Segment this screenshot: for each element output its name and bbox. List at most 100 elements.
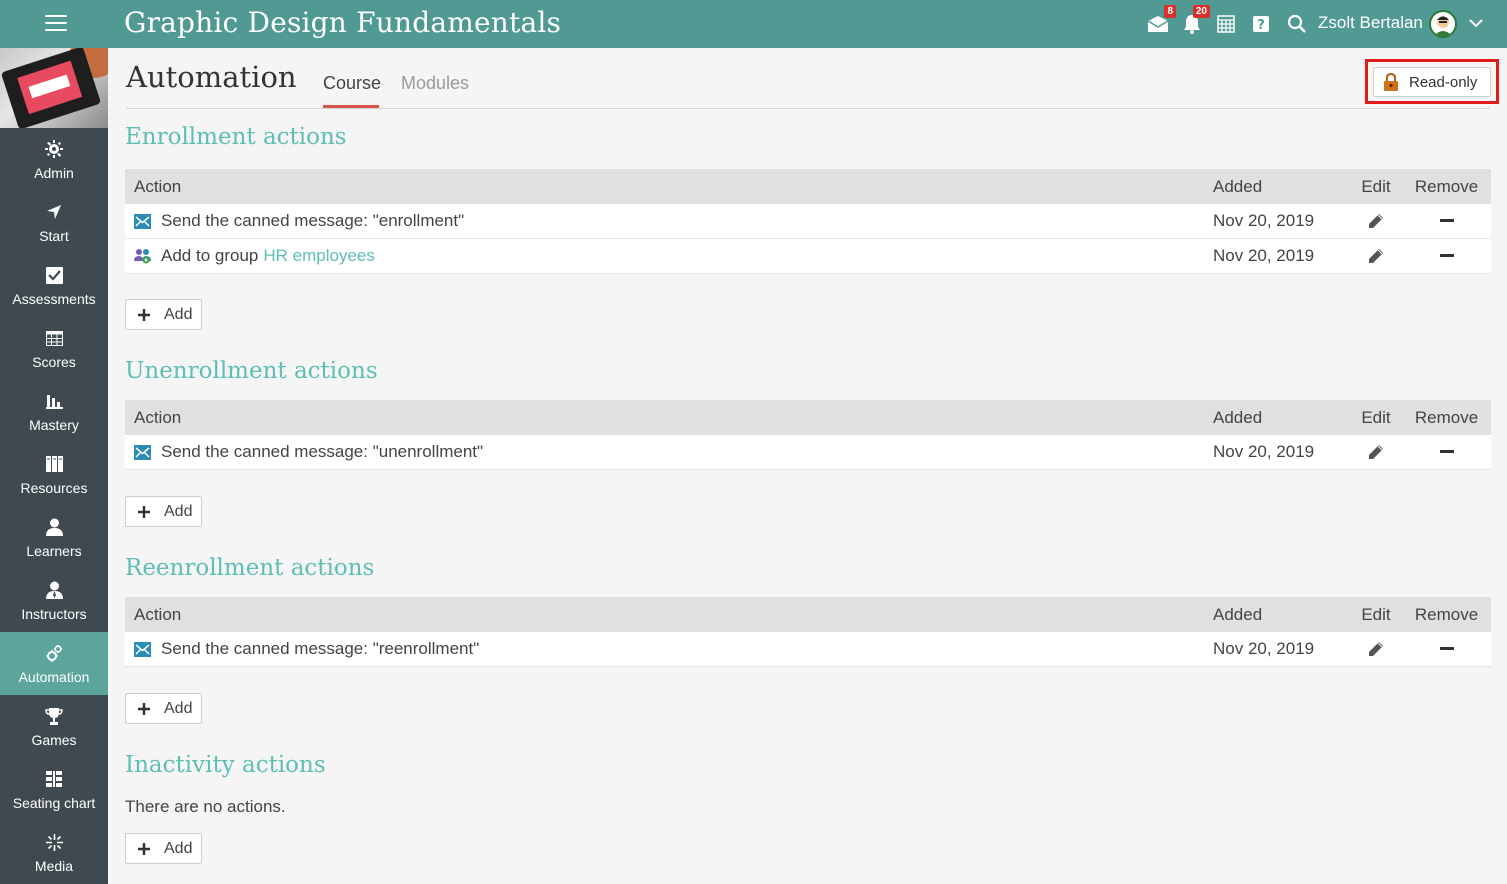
column-header-edit: Edit: [1361, 176, 1391, 196]
help-icon[interactable]: ?: [1249, 12, 1273, 36]
sidebar-item-start[interactable]: Start: [0, 191, 108, 254]
instructor-icon: [45, 579, 63, 601]
minus-icon[interactable]: [1439, 647, 1454, 651]
sidebar-item-mastery[interactable]: Mastery: [0, 380, 108, 443]
notifications-badge: 20: [1192, 5, 1210, 18]
add-label: Add: [164, 839, 193, 857]
sidebar: Admin Start Assessments Scores Mastery R…: [0, 48, 108, 884]
sidebar-item-label: Assessments: [12, 291, 96, 307]
gear-icon: [45, 138, 63, 160]
sidebar-item-learners[interactable]: Learners: [0, 506, 108, 569]
tab-modules[interactable]: Modules: [401, 73, 469, 94]
inactivity-section-title: Inactivity actions: [125, 752, 326, 778]
menu-icon[interactable]: [36, 10, 76, 38]
chevron-down-icon[interactable]: [1467, 14, 1485, 32]
avatar[interactable]: [1429, 10, 1457, 38]
course-title[interactable]: Graphic Design Fundamentals: [124, 6, 561, 39]
trophy-icon: [45, 705, 63, 727]
sidebar-item-admin[interactable]: Admin: [0, 128, 108, 191]
plus-icon: [138, 842, 150, 855]
read-only-label: Read-only: [1409, 73, 1478, 91]
action-text: Send the canned message: "enrollment": [161, 211, 465, 230]
sidebar-item-instructors[interactable]: Instructors: [0, 569, 108, 632]
sidebar-item-label: Scores: [32, 354, 76, 370]
plus-icon: [138, 505, 150, 518]
search-icon[interactable]: [1285, 12, 1309, 36]
seating-grid-icon: [46, 768, 62, 790]
bar-chart-icon: [45, 390, 63, 412]
group-link[interactable]: HR employees: [263, 246, 375, 266]
added-date: Nov 20, 2019: [1213, 639, 1315, 658]
sidebar-item-label: Media: [34, 858, 74, 874]
sidebar-item-label: Automation: [18, 669, 90, 685]
plus-icon: [138, 702, 150, 715]
pencil-icon[interactable]: [1368, 641, 1384, 657]
sidebar-item-label: Games: [31, 732, 77, 748]
added-date: Nov 20, 2019: [1213, 211, 1315, 230]
sparkle-icon: [45, 831, 63, 853]
add-enrollment-action-button[interactable]: Add: [125, 299, 202, 330]
sidebar-item-label: Admin: [34, 165, 74, 181]
minus-icon[interactable]: [1439, 450, 1454, 454]
plus-icon: [138, 308, 150, 321]
svg-text:?: ?: [1257, 18, 1265, 33]
gradebook-icon: [45, 327, 63, 349]
lock-icon: [1383, 73, 1399, 91]
person-icon: [45, 516, 63, 538]
unenrollment-section-title: Unenrollment actions: [125, 358, 378, 384]
add-label: Add: [164, 305, 193, 323]
sidebar-item-label: Resources: [20, 480, 88, 496]
pencil-icon[interactable]: [1368, 213, 1384, 229]
column-header-added: Added: [1213, 176, 1263, 196]
reenrollment-table: Action Added Edit Remove Send the canned…: [125, 597, 1491, 667]
sidebar-item-scores[interactable]: Scores: [0, 317, 108, 380]
tab-course[interactable]: Course: [323, 73, 381, 94]
read-only-button[interactable]: Read-only: [1373, 67, 1491, 97]
messages-icon[interactable]: 8: [1146, 5, 1176, 36]
action-text: Send the canned message: "unenrollment": [161, 442, 484, 461]
notifications-icon[interactable]: 20: [1180, 5, 1210, 36]
add-reenrollment-action-button[interactable]: Add: [125, 693, 202, 724]
minus-icon[interactable]: [1439, 219, 1454, 223]
column-header-added: Added: [1213, 604, 1263, 624]
envelope-icon: [134, 444, 151, 460]
sidebar-item-media[interactable]: Media: [0, 821, 108, 884]
envelope-icon: [134, 213, 151, 229]
column-header-remove: Remove: [1414, 604, 1479, 624]
sidebar-item-label: Learners: [26, 543, 82, 559]
table-row: Send the canned message: "unenrollment" …: [125, 435, 1491, 470]
main-content: Automation Course Modules Read-only Enro…: [108, 48, 1507, 884]
user-name[interactable]: Zsolt Bertalan: [1318, 13, 1423, 33]
navigation-arrow-icon: [46, 201, 62, 223]
table-row: Add to group HR employees Nov 20, 2019: [125, 239, 1491, 274]
sidebar-item-seating-chart[interactable]: Seating chart: [0, 758, 108, 821]
column-header-remove: Remove: [1414, 176, 1479, 196]
add-label: Add: [164, 699, 193, 717]
course-thumbnail[interactable]: [0, 48, 108, 128]
empty-state-text: There are no actions.: [125, 797, 286, 816]
action-text: Send the canned message: "reenrollment": [161, 639, 480, 658]
group-icon: [134, 248, 151, 264]
messages-badge: 8: [1164, 5, 1176, 18]
minus-icon[interactable]: [1439, 254, 1454, 258]
top-bar: Graphic Design Fundamentals 8 20 ? Zsolt…: [0, 0, 1507, 48]
books-icon: [45, 453, 63, 475]
column-header-action: Action: [134, 407, 182, 427]
table-row: Send the canned message: "enrollment" No…: [125, 204, 1491, 239]
add-unenrollment-action-button[interactable]: Add: [125, 496, 202, 527]
column-header-edit: Edit: [1361, 604, 1391, 624]
sidebar-item-games[interactable]: Games: [0, 695, 108, 758]
sidebar-item-resources[interactable]: Resources: [0, 443, 108, 506]
column-header-action: Action: [134, 176, 182, 196]
calendar-icon[interactable]: [1214, 12, 1238, 36]
pencil-icon[interactable]: [1368, 444, 1384, 460]
checkbox-icon: [45, 264, 63, 286]
add-inactivity-action-button[interactable]: Add: [125, 833, 202, 864]
column-header-added: Added: [1213, 407, 1263, 427]
sidebar-item-assessments[interactable]: Assessments: [0, 254, 108, 317]
reenrollment-section-title: Reenrollment actions: [125, 555, 375, 581]
sidebar-item-label: Seating chart: [12, 795, 96, 811]
pencil-icon[interactable]: [1368, 248, 1384, 264]
sidebar-item-automation[interactable]: Automation: [0, 632, 108, 695]
sidebar-item-label: Instructors: [21, 606, 87, 622]
